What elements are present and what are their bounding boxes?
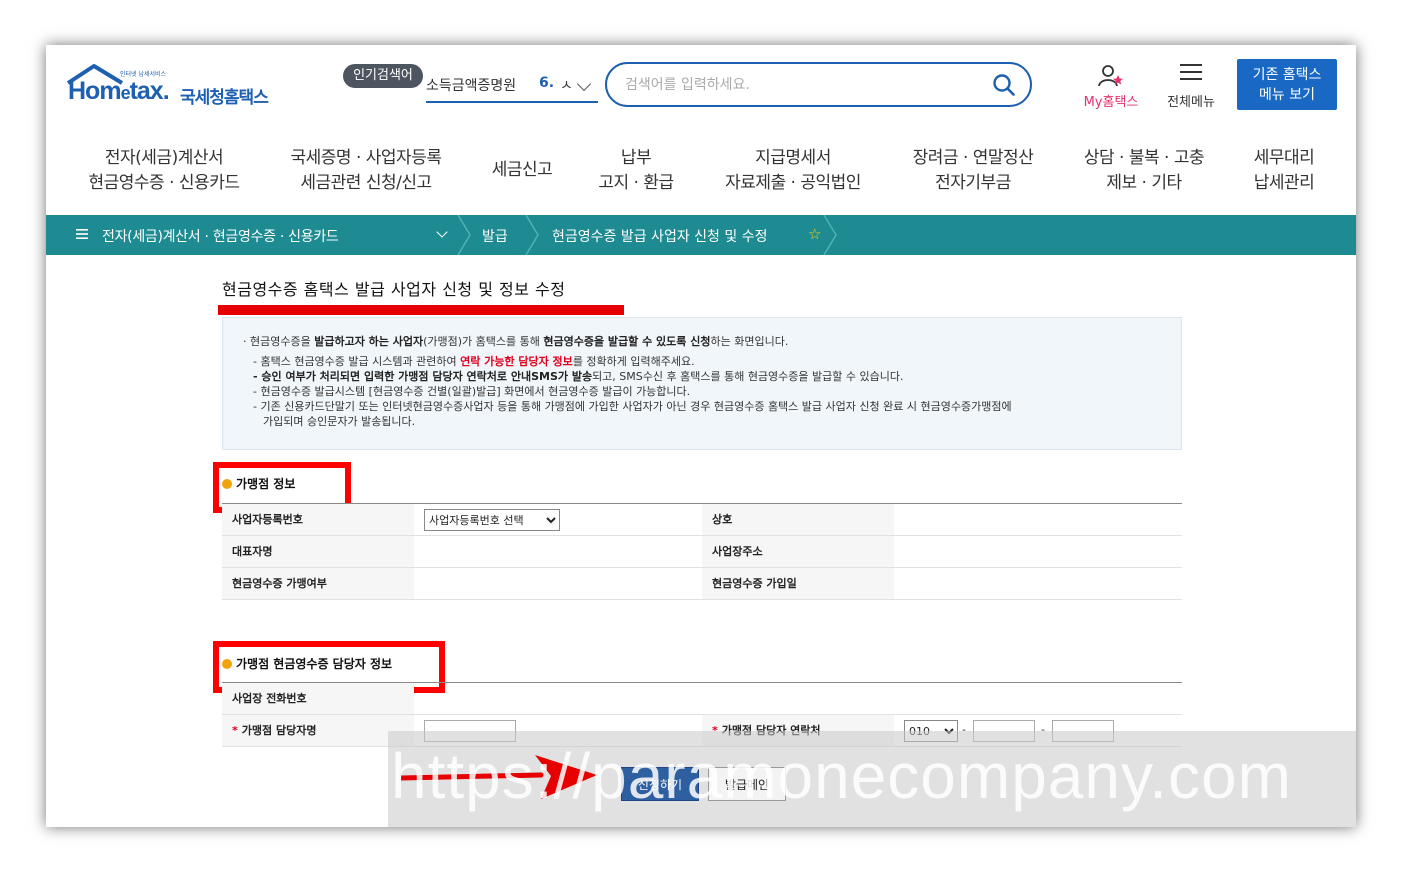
favorite-star-icon[interactable]: ☆ [808,225,821,243]
search-box [605,62,1032,107]
breadcrumb: 전자(세금)계산서 · 현금영수증 · 신용카드 발급 현금영수증 발급 사업자… [46,215,1356,255]
browser-window: 인터넷 납세서비스 Hometax. 국세청홈택스 인기검색어 소득금액증명원 … [46,45,1356,827]
popular-search-badge: 인기검색어 [343,64,423,88]
table-row: 사업자등록번호 사업자등록번호 선택 상호 [222,504,1182,536]
logo-korean-name: 국세청홈택스 [180,88,269,108]
gnb-item-incentive[interactable]: 장려금 · 연말정산 전자기부금 [904,146,1042,196]
table-row: 사업장 전화번호 [222,683,1182,715]
old-hometax-menu-button[interactable]: 기존 홈택스 메뉴 보기 [1237,59,1337,110]
bizno-select[interactable]: 사업자등록번호 선택 [424,509,560,531]
menu-icon[interactable] [76,228,88,240]
search-icon[interactable] [992,73,1016,97]
manager-name-label: * 가맹점 담당자명 [222,715,414,746]
notice-line: - 홈택스 현금영수증 발급 시스템과 관련하여 연락 가능한 담당자 정보를 … [253,355,695,368]
breadcrumb-separator [457,215,471,255]
chevron-down-icon[interactable] [576,76,592,92]
ceo-label: 대표자명 [222,536,414,567]
hamburger-icon [1180,64,1202,80]
gnb-item-tax-agent[interactable]: 세무대리 납세관리 [1244,146,1324,196]
bizno-label: 사업자등록번호 [222,504,414,535]
title-highlight-mark [218,305,624,315]
breadcrumb-level2[interactable]: 발급 [482,226,508,246]
gnb-item-certificates[interactable]: 국세증명 · 사업자등록 세금관련 신청/신고 [284,146,448,196]
notice-line: 가입되며 승인문자가 발송됩니다. [263,415,416,428]
page-title: 현금영수증 홈택스 발급 사업자 신청 및 정보 수정 [222,280,566,299]
all-menu-label: 전체메뉴 [1167,95,1215,110]
breadcrumb-level3: 현금영수증 발급 사업자 신청 및 수정 [552,229,768,245]
biz-phone-label: 사업장 전화번호 [222,683,414,714]
popular-underline [426,101,598,103]
table-row: 대표자명 사업장주소 [222,536,1182,568]
notice-line: - 기존 신용카드단말기 또는 인터넷현금영수증사업자 등을 통해 가맹점에 가… [253,400,1012,413]
gnb-item-invoice[interactable]: 전자(세금)계산서 현금영수증 · 신용카드 [84,146,244,196]
breadcrumb-separator [823,215,837,255]
hometax-logo[interactable]: 인터넷 납세서비스 Hometax. 국세청홈택스 [64,63,279,111]
notice-line: - 현금영수증 발급시스템 [현금영수증 건별(일괄)발급] 화면에서 현금영수… [253,385,691,398]
user-icon [1098,65,1123,87]
gnb-item-statements[interactable]: 지급명세서 자료제출 · 공익법인 [718,146,868,196]
popular-term[interactable]: 소득금액증명원 [426,75,516,95]
table-row: 현금영수증 가맹여부 현금영수증 가입일 [222,568,1182,600]
breadcrumb-level1[interactable]: 전자(세금)계산서 · 현금영수증 · 신용카드 [102,226,339,246]
breadcrumb-separator [525,215,539,255]
company-label: 상호 [702,504,894,535]
address-label: 사업장주소 [702,536,894,567]
watermark-text: https://paramonecompany.com [391,740,1292,812]
join-date-label: 현금영수증 가입일 [702,568,894,599]
popular-rank-term[interactable]: ㅅ [560,75,573,95]
popular-rank: 6. [539,75,555,91]
old-menu-line2: 메뉴 보기 [1259,87,1315,103]
notice-line: · 현금영수증을 발급하고자 하는 사업자(가맹점)가 홈택스를 통해 현금영수… [243,335,789,348]
gnb-item-consulting[interactable]: 상담 · 불복 · 고충 제보 · 기타 [1076,146,1212,196]
chevron-down-icon[interactable] [436,226,448,238]
merchant-info-table: 사업자등록번호 사업자등록번호 선택 상호 대표자명 사업장주소 현금영수증 가… [222,503,1182,600]
my-hometax-button[interactable]: My홈택스 [1076,63,1146,110]
member-status-label: 현금영수증 가맹여부 [222,568,414,599]
my-hometax-label: My홈택스 [1083,95,1139,110]
gnb-item-tax-return[interactable]: 세금신고 [482,158,562,183]
notice-line: - 승인 여부가 처리되면 입력한 가맹점 담당자 연락처로 안내SMS가 발송… [253,370,904,383]
old-menu-line1: 기존 홈택스 [1252,67,1322,83]
logo-brand: Hometax. [68,77,170,105]
notice-box: · 현금영수증을 발급하고자 하는 사업자(가맹점)가 홈택스를 통해 현금영수… [222,317,1182,450]
main-navigation: 전자(세금)계산서 현금영수증 · 신용카드 국세증명 · 사업자등록 세금관련 신… [46,140,1356,215]
search-input[interactable] [625,75,985,95]
all-menu-button[interactable]: 전체메뉴 [1159,63,1223,110]
gnb-item-payment[interactable]: 납부 고지 · 환급 [591,146,681,196]
